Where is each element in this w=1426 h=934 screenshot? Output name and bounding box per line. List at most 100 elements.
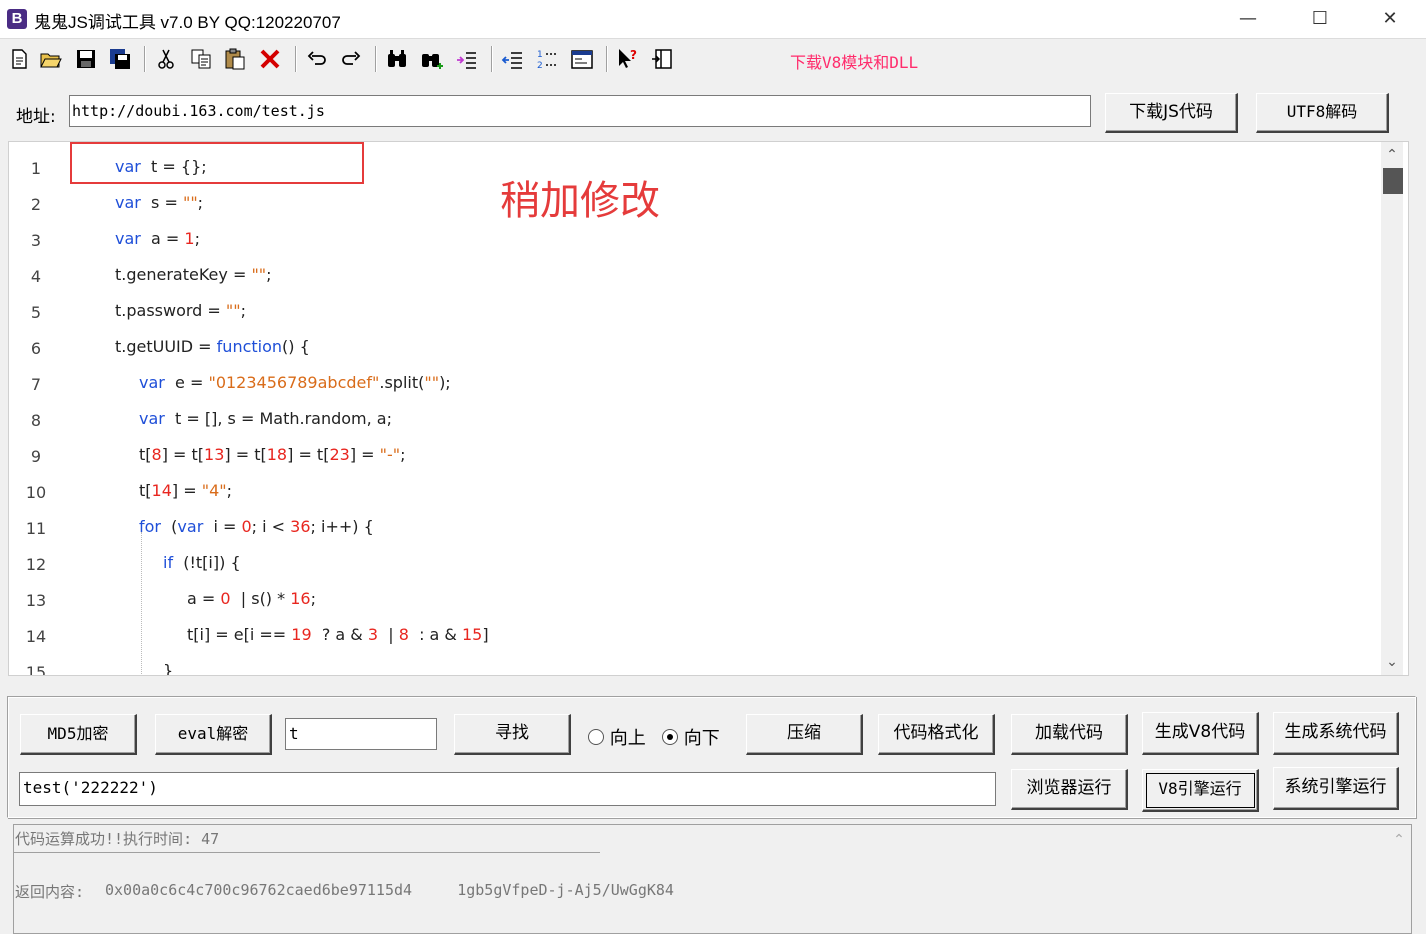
code-token-kw: var xyxy=(115,193,141,212)
find-replace-icon[interactable] xyxy=(419,46,445,72)
save-icon[interactable] xyxy=(73,46,99,72)
panel-icon[interactable] xyxy=(650,46,676,72)
eval-decrypt-button[interactable]: eval解密 xyxy=(155,714,272,755)
code-token-kw: for xyxy=(139,517,161,536)
code-token-num: 13 xyxy=(204,445,225,464)
open-folder-icon[interactable] xyxy=(38,46,64,72)
code-token-num: 16 xyxy=(290,589,311,608)
output-divider xyxy=(14,852,600,853)
code-token: () { xyxy=(282,337,310,356)
code-token-kw: var xyxy=(177,517,204,536)
line-number: 1 xyxy=(30,159,42,178)
compress-button[interactable]: 压缩 xyxy=(746,714,863,755)
code-token: .split( xyxy=(379,373,425,392)
radio-down-label: 向下 xyxy=(683,728,720,749)
code-token: | s() * xyxy=(230,589,291,608)
cut-icon[interactable] xyxy=(153,46,179,72)
scroll-up-icon[interactable]: ⌃ xyxy=(1388,831,1410,849)
radio-up-dot[interactable] xyxy=(588,729,604,745)
code-token: ; xyxy=(266,265,272,284)
code-token-kw: var xyxy=(115,229,141,248)
generate-v8-code-button[interactable]: 生成V8代码 xyxy=(1142,712,1259,755)
output-scrollbar[interactable]: ⌃ xyxy=(1388,825,1410,933)
code-token: ; xyxy=(197,193,204,212)
title-bar: B 鬼鬼JS调试工具 v7.0 BY QQ:120220707 — ☐ ✕ xyxy=(0,0,1426,39)
save-all-icon[interactable] xyxy=(107,46,133,72)
indent-icon[interactable] xyxy=(454,46,480,72)
maximize-button[interactable]: ☐ xyxy=(1285,0,1355,38)
line-number: 10 xyxy=(25,483,47,502)
download-v8-link[interactable]: 下载V8模块和DLL xyxy=(790,49,918,73)
line-number: 11 xyxy=(25,519,47,538)
code-token: ; xyxy=(310,589,316,608)
help-icon[interactable]: ? xyxy=(615,46,641,72)
close-window-button[interactable]: ✕ xyxy=(1355,0,1425,38)
code-token: a = xyxy=(187,589,221,608)
code-token-num: 15 xyxy=(462,625,483,644)
radio-up-label: 向上 xyxy=(609,728,646,749)
code-line: for (var i = 0; i < 36; i++) { xyxy=(139,517,374,536)
scroll-down-icon[interactable]: ⌄ xyxy=(1381,653,1403,671)
delete-icon[interactable] xyxy=(257,46,283,72)
format-code-button[interactable]: 代码格式化 xyxy=(878,714,995,755)
code-token: : a & xyxy=(408,625,462,644)
line-number: 9 xyxy=(30,447,42,466)
annotation-text: 稍加修改 xyxy=(500,178,660,224)
code-token: ] xyxy=(482,625,489,644)
generate-system-code-button[interactable]: 生成系统代码 xyxy=(1273,712,1399,755)
code-token: ] = t[ xyxy=(287,445,330,464)
editor-scrollbar[interactable]: ⌃ ⌄ xyxy=(1381,142,1403,675)
outdent-icon[interactable] xyxy=(500,46,526,72)
utf8-decode-button[interactable]: UTF8解码 xyxy=(1256,93,1389,133)
radio-down-dot[interactable] xyxy=(662,729,678,745)
undo-icon[interactable] xyxy=(304,46,330,72)
code-token: t[ xyxy=(139,445,152,464)
code-line: a = 0 | s() * 16; xyxy=(187,589,316,608)
code-token: | xyxy=(378,625,399,644)
address-input[interactable]: http://doubi.163.com/test.js xyxy=(69,95,1091,127)
indent-guide xyxy=(141,532,142,675)
line-number: 15 xyxy=(25,663,47,676)
code-token-str: "" xyxy=(182,193,198,212)
window-icon[interactable] xyxy=(569,46,595,72)
find-button[interactable]: 寻找 xyxy=(454,714,571,755)
expression-input[interactable]: test('222222') xyxy=(19,772,996,806)
find-icon[interactable] xyxy=(384,46,410,72)
numbered-list-icon[interactable]: 12 xyxy=(535,46,561,72)
minimize-button[interactable]: — xyxy=(1213,0,1283,38)
code-editor[interactable]: 1 2 3 4 5 6 7 8 9 10 11 12 13 14 15 var … xyxy=(8,141,1409,676)
code-token: e = xyxy=(164,373,209,392)
load-code-button[interactable]: 加载代码 xyxy=(1011,714,1128,755)
paste-icon[interactable] xyxy=(222,46,248,72)
search-input[interactable]: t xyxy=(285,718,437,750)
new-file-icon[interactable] xyxy=(6,46,32,72)
line-number: 2 xyxy=(30,195,42,214)
system-engine-run-button[interactable]: 系统引擎运行 xyxy=(1273,767,1399,810)
copy-icon[interactable] xyxy=(188,46,214,72)
code-token-kw: function xyxy=(216,337,283,356)
code-line: t.generateKey = ""; xyxy=(115,265,272,284)
scroll-thumb[interactable] xyxy=(1383,168,1403,194)
code-line: t.password = ""; xyxy=(115,301,246,320)
code-token-num: 14 xyxy=(151,481,172,500)
scroll-up-icon[interactable]: ⌃ xyxy=(1381,146,1403,164)
code-token-num: 19 xyxy=(291,625,312,644)
line-number: 6 xyxy=(30,339,42,358)
code-token: t.generateKey = xyxy=(115,265,252,284)
code-token-num: 23 xyxy=(329,445,350,464)
radio-up[interactable]: 向上 xyxy=(588,724,646,750)
code-token: ; xyxy=(194,229,200,248)
redo-icon[interactable] xyxy=(338,46,364,72)
md5-encrypt-button[interactable]: MD5加密 xyxy=(20,714,137,755)
code-token: ; i < xyxy=(251,517,291,536)
code-token: ( xyxy=(161,517,178,536)
v8-engine-run-button[interactable]: V8引擎运行 xyxy=(1142,769,1259,812)
output-panel[interactable]: 代码运算成功!!执行时间: 47 返回内容: 0x00a0c6c4c700c96… xyxy=(13,824,1412,934)
code-token: ; xyxy=(400,445,406,464)
toolbar-separator xyxy=(295,46,297,72)
radio-down[interactable]: 向下 xyxy=(662,724,720,750)
code-token-str: "" xyxy=(225,301,241,320)
code-token-str: "0123456789abcdef" xyxy=(208,373,380,392)
download-js-button[interactable]: 下载JS代码 xyxy=(1105,93,1238,133)
browser-run-button[interactable]: 浏览器运行 xyxy=(1011,769,1128,810)
